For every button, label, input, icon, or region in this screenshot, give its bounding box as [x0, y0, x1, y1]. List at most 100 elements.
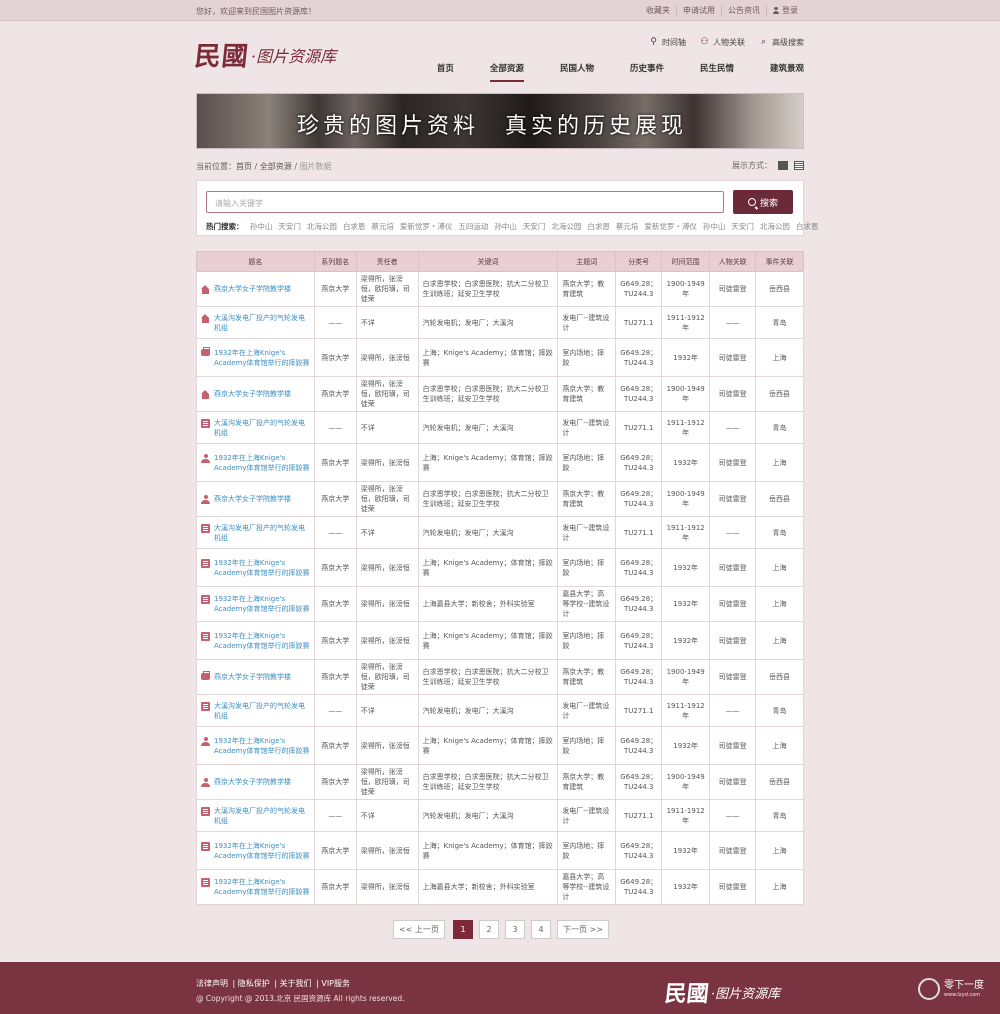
event-link[interactable]: 上海 — [755, 338, 804, 377]
page-3-button[interactable]: 3 — [505, 920, 525, 939]
resource-title-link[interactable]: 1932年在上海Knige's Academy体育馆举行的摔跤赛 — [214, 631, 310, 651]
page-1-button[interactable]: 1 — [453, 920, 473, 939]
vip-link[interactable]: VIP服务 — [321, 979, 350, 988]
resource-title-link[interactable]: 1932年在上海Knige's Academy体育馆举行的摔跤赛 — [214, 348, 310, 368]
next-page-button[interactable]: 下一页 >> — [557, 920, 609, 939]
hot-search-word[interactable]: 孙中山 — [250, 222, 273, 231]
person-link[interactable]: 司徒雷登 — [709, 548, 757, 587]
nav-livelihood[interactable]: 民生民情 — [700, 62, 734, 82]
login-link[interactable]: 登录 — [766, 6, 804, 15]
person-link[interactable]: 司徒雷登 — [709, 659, 757, 695]
person-link[interactable]: —— — [709, 799, 757, 832]
search-input[interactable]: 请输入关键字 — [206, 191, 724, 213]
person-link[interactable]: 司徒雷登 — [709, 586, 757, 622]
person-link[interactable]: 司徒雷登 — [709, 376, 757, 412]
hot-search-word[interactable]: 五四运动 — [458, 222, 488, 231]
resource-title-link[interactable]: 大溪沟发电厂投产的气轮发电机组 — [214, 701, 310, 721]
event-link[interactable]: 青岛 — [755, 411, 804, 444]
advanced-search-link[interactable]: ⌕ 高级搜索 — [759, 37, 804, 48]
resource-title-link[interactable]: 1932年在上海Knige's Academy体育馆举行的摔跤赛 — [214, 558, 310, 578]
hot-search-word[interactable]: 北海公园 — [551, 222, 581, 231]
page-4-button[interactable]: 4 — [531, 920, 551, 939]
person-link[interactable]: 司徒雷登 — [709, 271, 757, 307]
about-link[interactable]: 关于我们 — [280, 979, 312, 988]
people-relation-link[interactable]: ⚇ 人物关联 — [700, 37, 745, 48]
event-link[interactable]: 上海 — [755, 443, 804, 482]
person-link[interactable]: 司徒雷登 — [709, 869, 757, 905]
event-link[interactable]: 上海 — [755, 548, 804, 587]
hot-search-word[interactable]: 天安门 — [278, 222, 301, 231]
resource-title-link[interactable]: 1932年在上海Knige's Academy体育馆举行的摔跤赛 — [214, 841, 310, 861]
image-view-icon[interactable] — [778, 161, 788, 170]
legal-link[interactable]: 法律声明 — [196, 979, 228, 988]
search-button[interactable]: 搜索 — [733, 190, 793, 214]
hot-search-word[interactable]: 天安门 — [523, 222, 546, 231]
person-link[interactable]: 司徒雷登 — [709, 764, 757, 800]
page-2-button[interactable]: 2 — [479, 920, 499, 939]
resource-title-link[interactable]: 燕京大学女子学院教学楼 — [214, 672, 291, 682]
person-link[interactable]: —— — [709, 516, 757, 549]
nav-all-resources[interactable]: 全部资源 — [489, 62, 524, 82]
event-link[interactable]: 岳西县 — [755, 764, 804, 800]
nav-architecture[interactable]: 建筑景观 — [770, 62, 804, 82]
hot-search-word[interactable]: 孙中山 — [703, 222, 726, 231]
resource-title-link[interactable]: 大溪沟发电厂投产的气轮发电机组 — [214, 418, 310, 438]
resource-title-link[interactable]: 大溪沟发电厂投产的气轮发电机组 — [214, 806, 310, 826]
event-link[interactable]: 上海 — [755, 586, 804, 622]
event-link[interactable]: 上海 — [755, 831, 804, 870]
event-link[interactable]: 岳西县 — [755, 659, 804, 695]
person-link[interactable]: —— — [709, 306, 757, 339]
hot-search-word[interactable]: 北海公园 — [760, 222, 790, 231]
event-link[interactable]: 上海 — [755, 726, 804, 765]
resource-title-link[interactable]: 燕京大学女子学院教学楼 — [214, 494, 291, 504]
event-link[interactable]: 青岛 — [755, 516, 804, 549]
privacy-link[interactable]: 隐私保护 — [238, 979, 270, 988]
event-link[interactable]: 上海 — [755, 869, 804, 905]
hot-search-word[interactable]: 北海公园 — [307, 222, 337, 231]
hot-search-word[interactable]: 孙中山 — [494, 222, 517, 231]
person-link[interactable]: 司徒雷登 — [709, 831, 757, 870]
event-link[interactable]: 岳西县 — [755, 271, 804, 307]
event-link[interactable]: 岳西县 — [755, 481, 804, 517]
event-link[interactable]: 青岛 — [755, 799, 804, 832]
announcements-link[interactable]: 公告资讯 — [721, 6, 766, 15]
event-link[interactable]: 上海 — [755, 621, 804, 660]
event-link[interactable]: 青岛 — [755, 306, 804, 339]
event-link[interactable]: 青岛 — [755, 694, 804, 727]
person-link[interactable]: —— — [709, 694, 757, 727]
person-link[interactable]: 司徒雷登 — [709, 621, 757, 660]
resource-title-link[interactable]: 燕京大学女子学院教学楼 — [214, 284, 291, 294]
event-link[interactable]: 岳西县 — [755, 376, 804, 412]
hot-search-word[interactable]: 蔡元培 — [616, 222, 639, 231]
prev-page-button[interactable]: << 上一页 — [393, 920, 445, 939]
nav-home[interactable]: 首页 — [437, 62, 454, 82]
person-link[interactable]: 司徒雷登 — [709, 726, 757, 765]
breadcrumb-all-resources[interactable]: 全部资源 — [260, 162, 292, 171]
hot-search-word[interactable]: 白求恩 — [587, 222, 610, 231]
apply-trial-link[interactable]: 申请试用 — [676, 6, 721, 15]
resource-title-link[interactable]: 燕京大学女子学院教学楼 — [214, 389, 291, 399]
timeline-link[interactable]: ⚲ 时间轴 — [649, 37, 686, 48]
person-link[interactable]: 司徒雷登 — [709, 481, 757, 517]
hot-search-word[interactable]: 白求恩 — [343, 222, 366, 231]
hot-search-word[interactable]: 白求恩 — [796, 222, 819, 231]
hot-search-word[interactable]: 天安门 — [731, 222, 754, 231]
person-link[interactable]: 司徒雷登 — [709, 338, 757, 377]
favorites-link[interactable]: 收藏夹 — [640, 6, 676, 15]
person-link[interactable]: 司徒雷登 — [709, 443, 757, 482]
hot-search-word[interactable]: 爱新觉罗・溥仪 — [400, 222, 453, 231]
resource-title-link[interactable]: 1932年在上海Knige's Academy体育馆举行的摔跤赛 — [214, 453, 310, 473]
nav-history-events[interactable]: 历史事件 — [630, 62, 664, 82]
resource-title-link[interactable]: 1932年在上海Knige's Academy体育馆举行的摔跤赛 — [214, 877, 310, 897]
person-link[interactable]: —— — [709, 411, 757, 444]
hot-search-word[interactable]: 爱新觉罗・溥仪 — [644, 222, 697, 231]
site-logo[interactable]: 民國 ·图片资源库 — [193, 36, 336, 73]
resource-title-link[interactable]: 1932年在上海Knige's Academy体育馆举行的摔跤赛 — [214, 594, 310, 614]
resource-title-link[interactable]: 燕京大学女子学院教学楼 — [214, 777, 291, 787]
resource-title-link[interactable]: 1932年在上海Knige's Academy体育馆举行的摔跤赛 — [214, 736, 310, 756]
resource-title-link[interactable]: 大溪沟发电厂投产的气轮发电机组 — [214, 523, 310, 543]
hot-search-word[interactable]: 蔡元培 — [371, 222, 394, 231]
resource-title-link[interactable]: 大溪沟发电厂投产的气轮发电机组 — [214, 313, 310, 333]
nav-people[interactable]: 民国人物 — [560, 62, 594, 82]
list-view-icon[interactable] — [794, 161, 804, 170]
